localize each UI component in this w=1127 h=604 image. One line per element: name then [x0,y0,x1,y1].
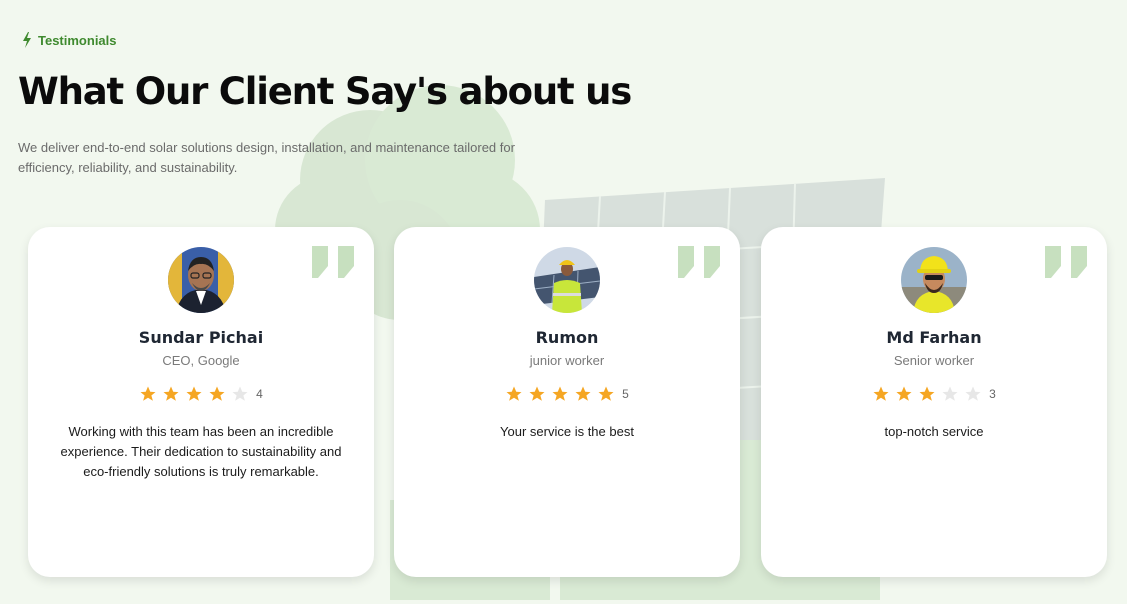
rating-value: 4 [256,387,263,401]
testimonial-text: top-notch service [884,424,984,439]
lightning-icon [23,32,31,48]
section-description: We deliver end-to-end solar solutions de… [18,140,515,175]
avatar [901,247,967,313]
quote-mark-icon [312,246,354,278]
page-title: What Our Client Say's about us [18,70,632,113]
star-icon [919,386,935,401]
client-name: Md Farhan [886,328,982,347]
client-name: Sundar Pichai [138,328,264,347]
avatar [534,247,600,313]
testimonial-text: Working with this team has been an incre… [60,424,342,479]
star-icon [965,386,981,401]
rating-value: 3 [989,387,996,401]
testimonial-card: Sundar Pichai CEO, Google 4 Working with… [28,227,374,577]
star-rating: 5 [394,385,740,403]
client-name: Rumon [535,328,599,347]
star-icon [232,386,248,401]
star-icon [552,386,568,401]
star-icon [163,386,179,401]
star-icon [575,386,591,401]
testimonial-text: Your service is the best [500,424,634,439]
section-tag: Testimonials [22,32,117,48]
quote-mark-icon [678,246,720,278]
rating-value: 5 [622,387,629,401]
client-role: CEO, Google [162,353,240,368]
section-tag-label: Testimonials [38,32,117,48]
star-icon [896,386,912,401]
star-icon [186,386,202,401]
avatar [168,247,234,313]
star-icon [209,386,225,401]
testimonial-card: Md Farhan Senior worker 3 top-notch serv… [761,227,1107,577]
star-rating: 4 [28,385,374,403]
testimonial-card: Rumon junior worker 5 Your service is th… [394,227,740,577]
quote-mark-icon [1045,246,1087,278]
client-role: Senior worker [893,353,975,368]
star-icon [942,386,958,401]
star-icon [873,386,889,401]
star-icon [529,386,545,401]
client-role: junior worker [529,353,605,368]
star-icon [506,386,522,401]
star-rating: 3 [761,385,1107,403]
star-icon [598,386,614,401]
star-icon [140,386,156,401]
